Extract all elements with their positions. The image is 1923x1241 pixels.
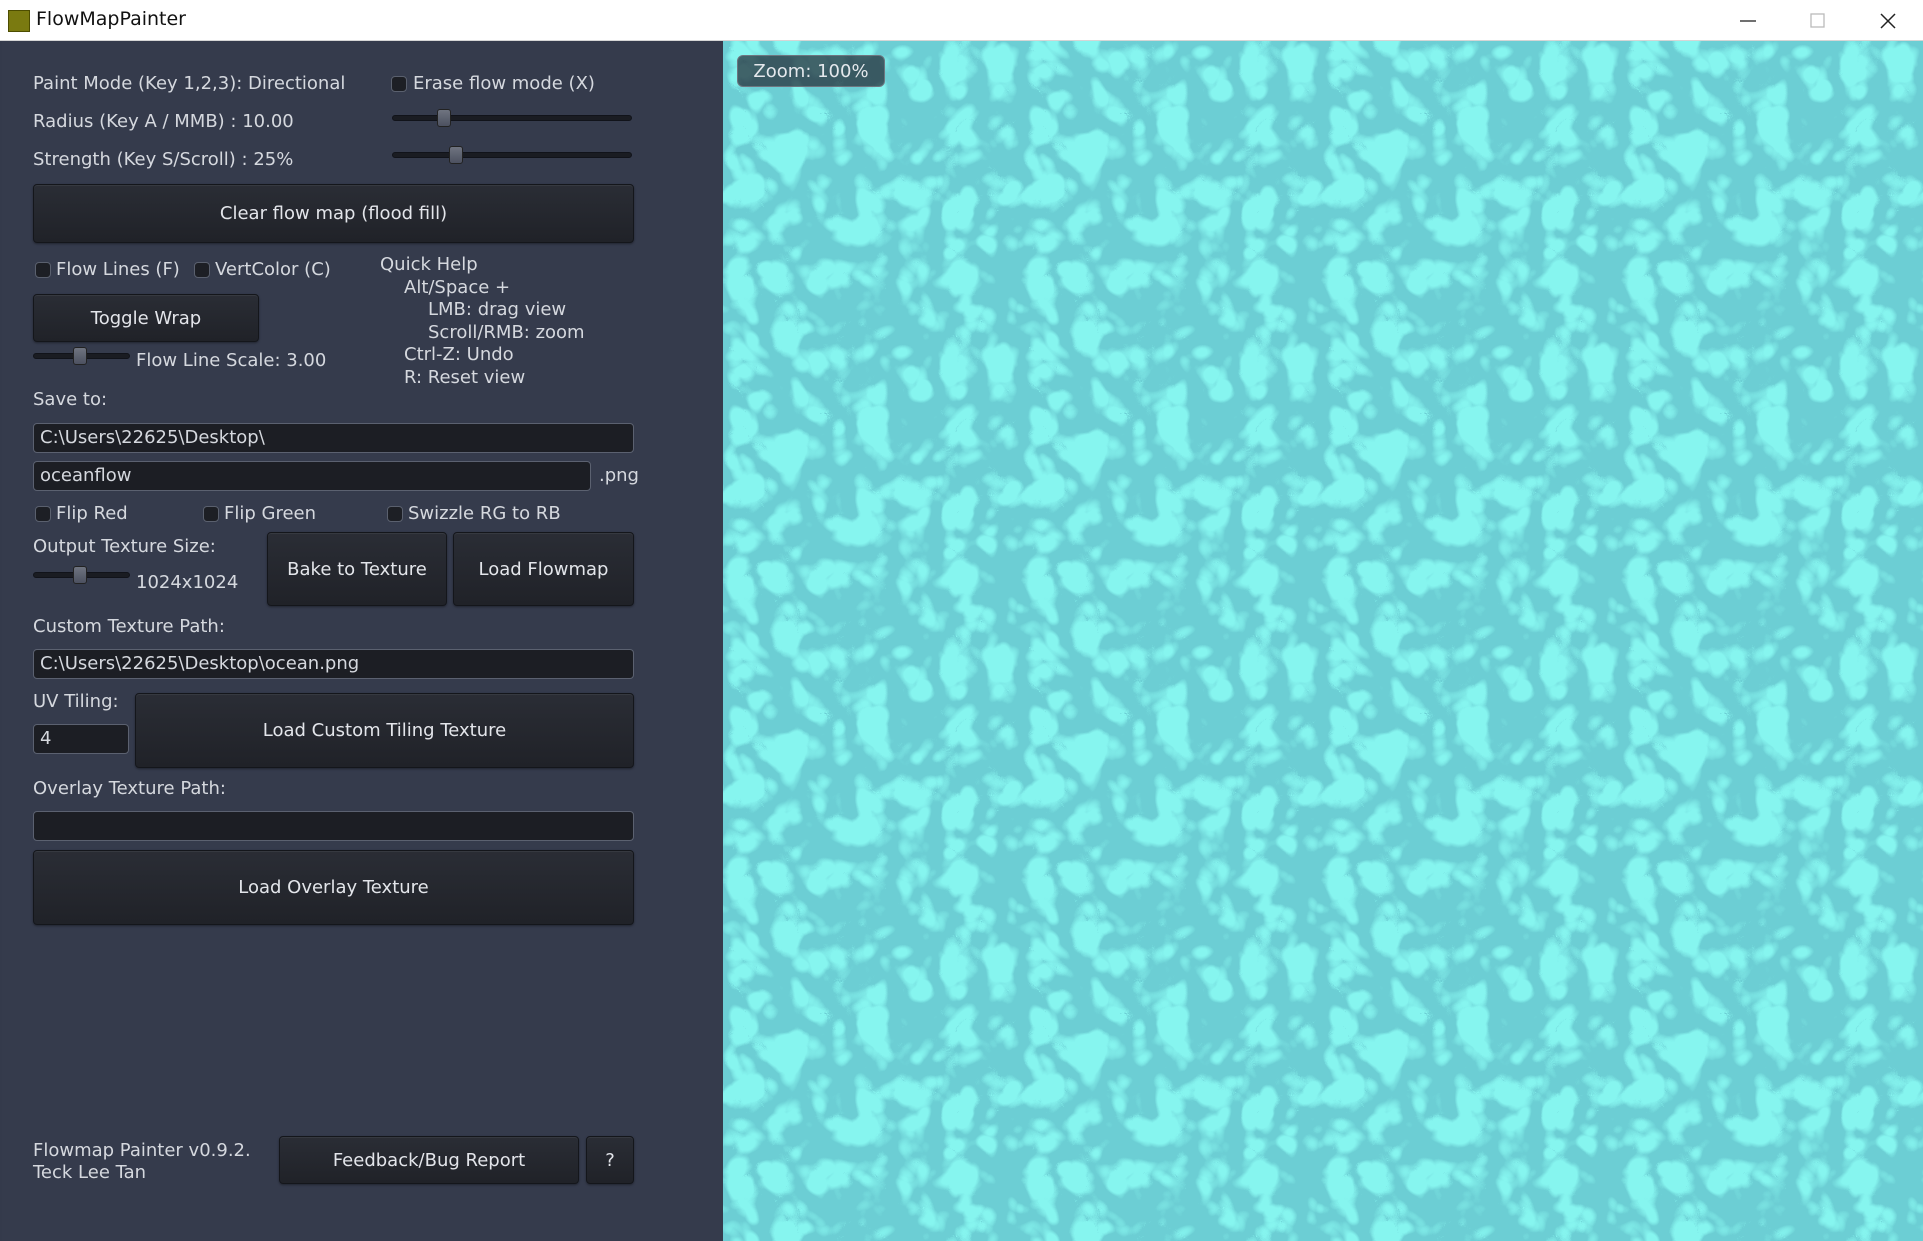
clear-flow-map-button[interactable]: Clear flow map (flood fill) — [33, 184, 634, 243]
flowmap-viewport[interactable]: Zoom: 100% — [723, 41, 1923, 1241]
swizzle-checkbox[interactable] — [387, 506, 403, 522]
flow-line-scale-label: Flow Line Scale: 3.00 — [136, 350, 327, 371]
help-button[interactable]: ? — [586, 1136, 634, 1184]
close-button[interactable] — [1853, 0, 1923, 40]
radius-label: Radius (Key A / MMB) : 10.00 — [33, 111, 294, 132]
control-panel: Paint Mode (Key 1,2,3): Directional Eras… — [2, 41, 723, 1241]
output-size-value: 1024x1024 — [136, 572, 239, 593]
strength-slider-track[interactable] — [392, 152, 632, 158]
file-name-input[interactable]: oceanflow — [33, 461, 591, 491]
output-size-label: Output Texture Size: — [33, 536, 216, 557]
app-icon — [8, 10, 30, 32]
feedback-bug-report-button[interactable]: Feedback/Bug Report — [279, 1136, 579, 1184]
minimize-icon — [1740, 20, 1756, 22]
quick-help-line: Scroll/RMB: zoom — [428, 322, 585, 343]
save-to-label: Save to: — [33, 389, 108, 410]
quick-help-line: Ctrl-Z: Undo — [404, 344, 514, 365]
save-path-input[interactable]: C:\Users\22625\Desktop\ — [33, 423, 634, 453]
app-window: FlowMapPainter Paint Mode (Key 1,2,3): D… — [0, 0, 1923, 1241]
quick-help-title: Quick Help — [380, 254, 478, 275]
quick-help-line: Alt/Space + — [404, 277, 511, 298]
author-label: Teck Lee Tan — [33, 1162, 147, 1183]
ocean-texture — [723, 41, 1923, 1241]
custom-texture-path-label: Custom Texture Path: — [33, 616, 225, 637]
zoom-indicator: Zoom: 100% — [737, 55, 885, 87]
strength-slider-thumb[interactable] — [448, 146, 463, 164]
load-flowmap-button[interactable]: Load Flowmap — [453, 532, 634, 606]
maximize-icon — [1810, 13, 1825, 28]
minimize-button[interactable] — [1713, 0, 1783, 40]
radius-slider-track[interactable] — [392, 115, 632, 121]
strength-label: Strength (Key S/Scroll) : 25% — [33, 149, 294, 170]
version-label: Flowmap Painter v0.9.2. — [33, 1140, 251, 1161]
flow-lines-checkbox[interactable] — [35, 262, 51, 278]
output-size-slider-thumb[interactable] — [73, 566, 87, 584]
uv-tiling-label: UV Tiling: — [33, 691, 119, 712]
load-overlay-texture-button[interactable]: Load Overlay Texture — [33, 850, 634, 925]
title-bar: FlowMapPainter — [0, 0, 1923, 41]
close-icon — [1880, 13, 1896, 29]
flow-lines-label: Flow Lines (F) — [56, 259, 180, 280]
vertcolor-checkbox[interactable] — [194, 262, 210, 278]
radius-slider-thumb[interactable] — [437, 109, 452, 127]
flip-red-checkbox[interactable] — [35, 506, 51, 522]
overlay-texture-path-input[interactable] — [33, 811, 634, 841]
overlay-texture-path-label: Overlay Texture Path: — [33, 778, 226, 799]
bake-to-texture-button[interactable]: Bake to Texture — [267, 532, 447, 606]
erase-mode-label: Erase flow mode (X) — [413, 73, 595, 94]
swizzle-label: Swizzle RG to RB — [408, 503, 561, 524]
flip-green-checkbox[interactable] — [203, 506, 219, 522]
quick-help-line: LMB: drag view — [428, 299, 567, 320]
load-custom-tiling-texture-button[interactable]: Load Custom Tiling Texture — [135, 693, 634, 768]
toggle-wrap-button[interactable]: Toggle Wrap — [33, 294, 259, 342]
vertcolor-label: VertColor (C) — [215, 259, 331, 280]
flip-red-label: Flip Red — [56, 503, 128, 524]
uv-tiling-input[interactable]: 4 — [33, 724, 129, 754]
flow-line-scale-slider-thumb[interactable] — [73, 347, 87, 365]
maximize-button[interactable] — [1783, 0, 1853, 40]
flip-green-label: Flip Green — [224, 503, 317, 524]
erase-mode-checkbox[interactable] — [391, 76, 407, 92]
custom-texture-path-input[interactable]: C:\Users\22625\Desktop\ocean.png — [33, 649, 634, 679]
window-title: FlowMapPainter — [36, 8, 186, 30]
paint-mode-label: Paint Mode (Key 1,2,3): Directional — [33, 73, 346, 94]
quick-help-line: R: Reset view — [404, 367, 526, 388]
file-extension-label: .png — [599, 465, 639, 486]
